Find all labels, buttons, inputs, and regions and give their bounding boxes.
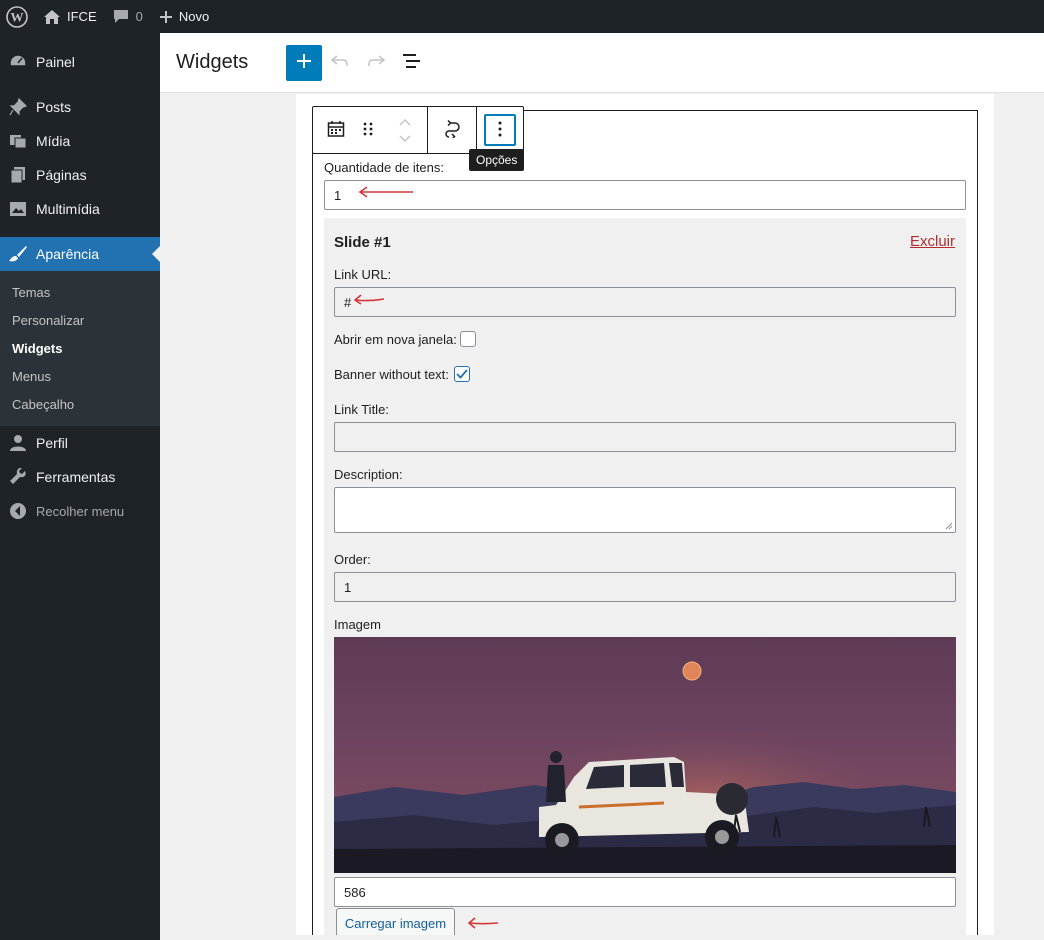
redo-icon	[366, 54, 386, 71]
list-view-button[interactable]	[394, 45, 430, 81]
link-url-input[interactable]: #	[334, 287, 956, 317]
annotation-arrow-icon	[358, 186, 413, 198]
undo-button[interactable]	[322, 45, 358, 81]
admin-bar: W IFCE 0 Novo	[0, 0, 1044, 33]
editor-footer-strip	[160, 935, 1044, 940]
order-input[interactable]: 1	[334, 572, 956, 602]
image-label: Imagem	[334, 617, 381, 632]
annotation-arrow-icon	[467, 917, 499, 929]
comment-bubble-icon	[113, 9, 129, 24]
annotation-arrow-icon	[353, 294, 385, 305]
plus-icon	[296, 53, 312, 72]
drag-handle-icon	[362, 121, 374, 140]
appearance-submenu: Temas Personalizar Widgets Menus Cabeçal…	[0, 271, 160, 426]
banner-without-text-checkbox[interactable]	[454, 366, 470, 382]
slide-title: Slide #1	[334, 234, 391, 251]
wrench-icon	[8, 467, 28, 487]
options-tooltip: Opções	[469, 149, 525, 171]
banner-without-text-label: Banner without text:	[334, 367, 449, 382]
site-name-link[interactable]: IFCE	[35, 0, 105, 33]
block-toolbar-group-transform	[428, 107, 477, 153]
new-window-checkbox[interactable]	[460, 331, 476, 347]
resize-handle-icon[interactable]	[945, 522, 953, 530]
image-id-input[interactable]: 586	[334, 877, 956, 907]
pages-icon	[8, 165, 28, 185]
sidebar-item-aparencia[interactable]: Aparência	[0, 237, 160, 271]
submenu-item-cabecalho[interactable]: Cabeçalho	[0, 390, 160, 418]
sidebar-item-paginas[interactable]: Páginas	[0, 158, 160, 192]
chevron-down-icon[interactable]	[398, 131, 412, 146]
editor-header: Widgets	[160, 33, 1044, 93]
chevron-up-icon[interactable]	[398, 114, 412, 129]
slide-image-preview	[334, 637, 956, 873]
transform-loop-icon	[442, 119, 462, 141]
list-view-icon	[402, 53, 422, 72]
description-label: Description:	[334, 467, 403, 482]
user-icon	[8, 433, 28, 453]
sidebar-item-multimidia[interactable]: Multimídia	[0, 192, 160, 226]
new-content-link[interactable]: Novo	[151, 0, 217, 33]
pin-icon	[8, 97, 28, 117]
wordpress-logo-icon[interactable]: W	[0, 0, 35, 33]
drag-handle[interactable]	[353, 107, 383, 153]
transform-button[interactable]	[428, 107, 476, 153]
collapse-menu-button[interactable]: Recolher menu	[0, 494, 160, 528]
more-vertical-icon	[498, 121, 502, 140]
sidebar-item-ferramentas[interactable]: Ferramentas	[0, 460, 160, 494]
media-icon	[8, 131, 28, 151]
submenu-item-temas[interactable]: Temas	[0, 278, 160, 306]
admin-sidebar: Painel Posts Mídia Páginas Multimídia Ap…	[0, 33, 160, 940]
block-toolbar	[312, 106, 524, 154]
sidebar-item-posts[interactable]: Posts	[0, 90, 160, 124]
page-title: Widgets	[176, 51, 249, 73]
link-title-label: Link Title:	[334, 402, 389, 417]
sidebar-item-midia[interactable]: Mídia	[0, 124, 160, 158]
appearance-brush-icon	[8, 244, 28, 264]
link-url-label: Link URL:	[334, 267, 392, 282]
redo-button[interactable]	[358, 45, 394, 81]
link-title-input[interactable]	[334, 422, 956, 452]
block-type-button[interactable]	[313, 107, 353, 153]
submenu-item-personalizar[interactable]: Personalizar	[0, 306, 160, 334]
delete-slide-link[interactable]: Excluir	[910, 233, 955, 250]
home-icon	[43, 9, 61, 25]
submenu-item-menus[interactable]: Menus	[0, 362, 160, 390]
sidebar-item-painel[interactable]: Painel	[0, 45, 160, 79]
description-textarea[interactable]	[334, 487, 956, 533]
dashboard-icon	[8, 52, 28, 72]
canvas-margin	[994, 94, 1044, 940]
multimedia-icon	[8, 199, 28, 219]
plus-icon	[159, 10, 173, 24]
svg-text:W: W	[11, 9, 24, 24]
quantity-input[interactable]: 1	[324, 180, 966, 210]
options-button[interactable]	[477, 107, 523, 153]
comments-link[interactable]: 0	[105, 0, 151, 33]
quantity-label: Quantidade de itens:	[324, 160, 444, 175]
block-toolbar-group-main	[313, 107, 428, 153]
options-focus-ring	[484, 114, 516, 146]
collapse-icon	[8, 501, 28, 521]
block-movers	[383, 107, 427, 153]
calendar-icon	[327, 120, 345, 141]
undo-icon	[330, 54, 350, 71]
order-label: Order:	[334, 552, 371, 567]
upload-image-button[interactable]: Carregar imagem	[336, 908, 455, 938]
sidebar-item-perfil[interactable]: Perfil	[0, 426, 160, 460]
block-toolbar-group-options	[477, 107, 523, 153]
submenu-item-widgets[interactable]: Widgets	[0, 334, 160, 362]
checkmark-icon	[456, 367, 468, 382]
new-window-label: Abrir em nova janela:	[334, 332, 457, 347]
block-inserter-button[interactable]	[286, 44, 323, 81]
